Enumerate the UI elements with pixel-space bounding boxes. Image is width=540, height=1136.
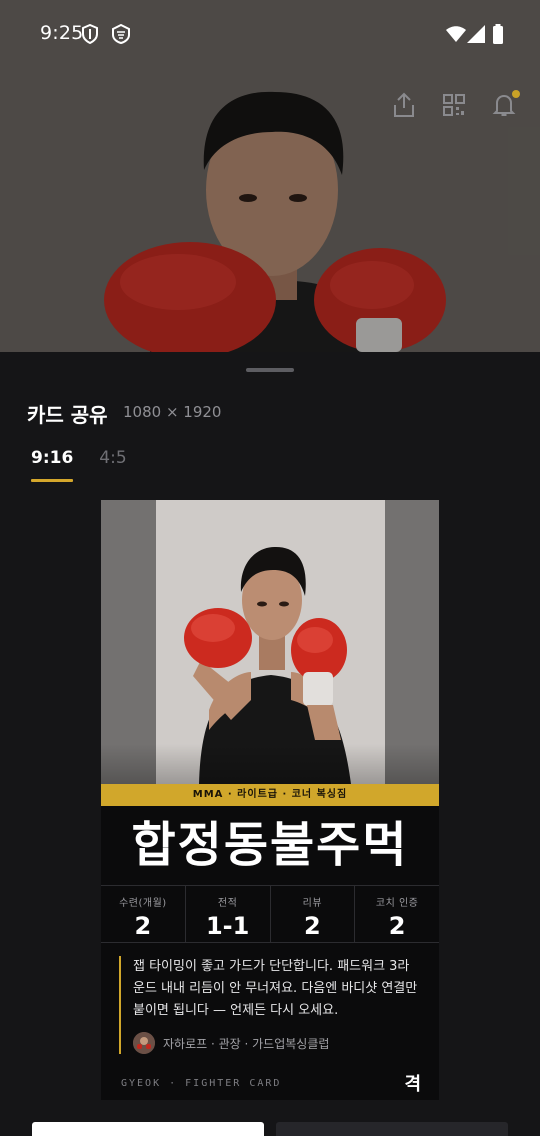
stat-label: 전적 [217,898,238,909]
notifications-button[interactable] [492,90,520,118]
share-card-sheet: 카드 공유 1080 × 1920 9:16 4:5 MMA · 라이트급 · … [0,352,540,1136]
stat-value: 2 [134,912,152,940]
stats-row: 수련(개월) 2 전적 1-1 리뷰 2 코치 인증 2 [101,885,439,943]
hero-photo-area: 9:25 [0,0,540,352]
share-button[interactable] [392,92,416,118]
vpn-icon [112,24,130,44]
stat-record: 전적 1-1 [184,886,270,942]
tab-9-16[interactable]: 9:16 [31,448,74,482]
shield-icon [82,24,98,44]
coach-review: 잽 타이밍이 좋고 가드가 단단합니다. 패드워크 3라운드 내내 리듬이 안 … [119,956,421,1054]
fighter-photo [184,546,351,784]
avatar [133,1032,155,1054]
status-bar: 9:25 [0,0,540,68]
stat-reviews: 리뷰 2 [269,886,355,942]
category-strip: MMA · 라이트급 · 코너 복싱짐 [101,784,439,806]
stat-value: 2 [388,912,406,940]
stat-label: 수련(개월) [119,898,167,909]
sheet-drag-handle[interactable] [246,368,294,372]
brand-logo: 격 [404,1074,421,1095]
card-dimensions: 1080 × 1920 [123,403,222,421]
fighter-card-preview: MMA · 라이트급 · 코너 복싱짐 합정동불주먹 수련(개월) 2 전적 1… [101,500,439,1100]
author-name: 자하로프 · 관장 · 가드업복싱클럽 [163,1036,330,1051]
fighter-name: 합정동불주먹 [131,817,409,873]
signal-icon [467,25,485,43]
save-button[interactable] [32,1122,264,1136]
share-card-button[interactable] [276,1122,508,1136]
tab-4-5[interactable]: 4:5 [99,448,126,482]
stat-coach-verified: 코치 인증 2 [354,886,439,942]
stat-label: 코치 인증 [375,898,419,909]
notification-dot [512,90,520,98]
share-icon [394,92,414,117]
card-footer: GYEOK · FIGHTER CARD [121,1078,282,1089]
stat-training-months: 수련(개월) 2 [101,886,185,942]
battery-icon [493,24,503,44]
qr-code-button[interactable] [442,92,466,118]
wifi-icon [446,26,466,42]
card-photo [101,500,439,784]
stat-label: 리뷰 [302,898,323,909]
review-author: 자하로프 · 관장 · 가드업복싱클럽 [133,1032,421,1054]
qr-code-icon [443,94,465,116]
hero-actions [392,90,520,118]
sheet-title: 카드 공유 [27,403,108,427]
stat-value: 2 [304,912,321,940]
stat-value: 1-1 [205,912,250,940]
aspect-ratio-tabs: 9:16 4:5 [31,448,127,482]
status-time: 9:25 [40,22,84,44]
review-text: 잽 타이밍이 좋고 가드가 단단합니다. 패드워크 3라운드 내내 리듬이 안 … [133,959,418,1018]
